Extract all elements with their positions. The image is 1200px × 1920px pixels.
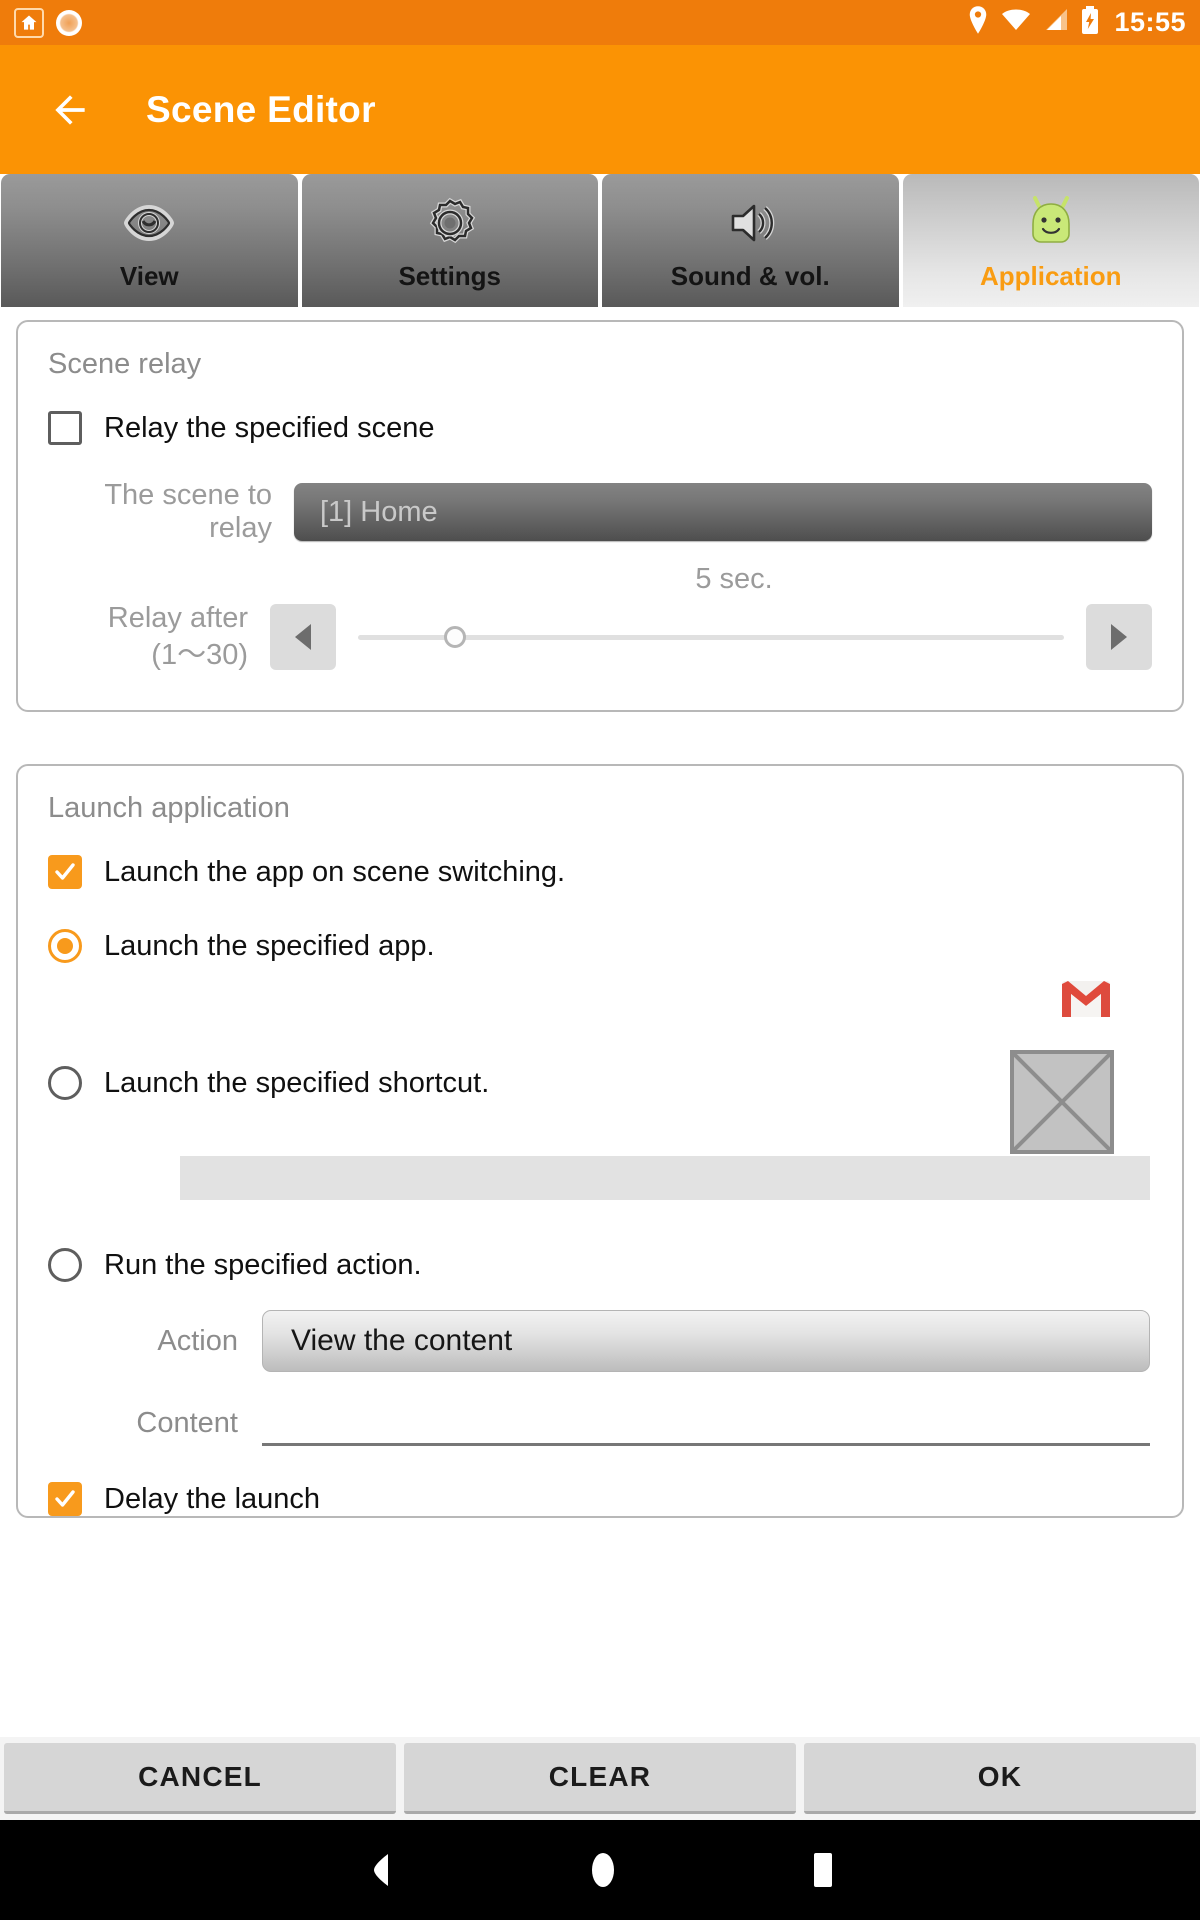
status-bar-left-icons xyxy=(14,7,82,38)
relay-specified-scene-label: Relay the specified scene xyxy=(104,411,435,444)
launch-specified-app-row[interactable]: Launch the specified app. xyxy=(48,929,1152,964)
shortcut-name-field[interactable] xyxy=(180,1156,1150,1201)
relay-after-row: Relay after (1〜30) xyxy=(48,600,1152,674)
gear-icon xyxy=(423,195,477,251)
content-label: Content xyxy=(136,1406,238,1439)
ok-button[interactable]: OK xyxy=(804,1743,1196,1814)
launch-specified-shortcut-row[interactable]: Launch the specified shortcut. xyxy=(48,1050,1152,1155)
relay-after-decrement-button[interactable] xyxy=(270,604,336,671)
relay-after-slider[interactable] xyxy=(358,604,1064,670)
battery-charging-icon xyxy=(1081,6,1099,39)
location-pin-icon xyxy=(967,6,989,39)
record-circle-icon xyxy=(56,9,82,36)
eye-icon xyxy=(121,195,177,251)
launch-on-scene-switching-label: Launch the app on scene switching. xyxy=(104,855,566,888)
tab-application-label: Application xyxy=(979,261,1122,291)
tab-view-label: View xyxy=(119,261,179,291)
right-triangle-icon xyxy=(1111,624,1127,651)
nav-back-icon[interactable] xyxy=(362,1850,398,1890)
action-dropdown[interactable]: View the content xyxy=(262,1310,1150,1373)
action-label: Action xyxy=(157,1324,238,1357)
run-specified-action-label: Run the specified action. xyxy=(104,1248,422,1281)
selected-app-icon-row xyxy=(48,977,1152,1026)
launch-specified-app-label: Launch the specified app. xyxy=(104,929,435,962)
launch-application-title: Launch application xyxy=(48,792,290,825)
relay-specified-scene-checkbox[interactable] xyxy=(48,411,82,445)
relay-specified-scene-row[interactable]: Relay the specified scene xyxy=(48,411,1152,445)
card-gap xyxy=(16,712,1184,764)
status-bar-right-icons: 15:55 xyxy=(967,6,1186,39)
tab-sound-and-vol[interactable]: Sound & vol. xyxy=(602,174,899,307)
home-app-icon xyxy=(14,7,44,38)
cellular-signal-icon xyxy=(1043,8,1069,37)
shortcut-name-field-row xyxy=(48,1156,1152,1201)
scene-relay-title: Scene relay xyxy=(48,348,202,380)
delay-launch-row[interactable]: Delay the launch xyxy=(48,1482,1152,1517)
clear-button[interactable]: CLEAR xyxy=(404,1743,796,1814)
nav-recents-icon[interactable] xyxy=(808,1851,838,1889)
tab-settings-label: Settings xyxy=(398,261,502,291)
relay-after-value-row: 5 sec. xyxy=(48,563,1152,596)
dialog-button-bar: CANCEL CLEAR OK xyxy=(0,1737,1200,1820)
page-title: Scene Editor xyxy=(146,88,376,130)
launch-on-scene-switching-checkbox[interactable] xyxy=(48,855,82,890)
launch-on-scene-switching-row[interactable]: Launch the app on scene switching. xyxy=(48,855,1152,890)
app-bar: Scene Editor xyxy=(0,45,1200,174)
action-row: Action View the content xyxy=(48,1310,1152,1373)
delay-launch-label: Delay the launch xyxy=(104,1482,321,1515)
android-navigation-bar xyxy=(0,1820,1200,1920)
back-arrow-icon[interactable] xyxy=(48,88,92,132)
gmail-icon[interactable] xyxy=(1058,977,1114,1026)
delay-launch-checkbox[interactable] xyxy=(48,1482,82,1517)
tab-sound-label: Sound & vol. xyxy=(670,261,830,291)
launch-application-card: Launch application Launch the app on sce… xyxy=(16,764,1184,1519)
speaker-volume-icon xyxy=(723,195,777,251)
run-specified-action-radio[interactable] xyxy=(48,1248,82,1283)
content-row: Content xyxy=(48,1400,1152,1447)
android-robot-icon xyxy=(1026,195,1076,251)
tab-application[interactable]: Application xyxy=(902,174,1199,307)
screen-root: 15:55 Scene Editor View Settings Sound &… xyxy=(0,0,1200,1920)
status-bar-clock: 15:55 xyxy=(1114,7,1186,37)
settings-scroll-area[interactable]: Scene relay Relay the specified scene Th… xyxy=(0,307,1200,1737)
nav-home-icon[interactable] xyxy=(588,1849,618,1891)
scene-to-relay-row: The scene to relay [1] Home xyxy=(48,479,1152,545)
launch-specified-shortcut-label: Launch the specified shortcut. xyxy=(104,1066,490,1099)
broken-image-placeholder-icon[interactable] xyxy=(1010,1050,1114,1155)
cancel-button[interactable]: CANCEL xyxy=(4,1743,396,1814)
launch-specified-shortcut-radio[interactable] xyxy=(48,1066,82,1101)
relay-after-value: 5 sec. xyxy=(695,563,773,595)
scene-to-relay-label: The scene to relay xyxy=(104,479,272,544)
tab-view[interactable]: View xyxy=(1,174,298,307)
slider-thumb[interactable] xyxy=(444,626,467,649)
scene-to-relay-dropdown[interactable]: [1] Home xyxy=(294,483,1152,541)
tab-settings[interactable]: Settings xyxy=(301,174,598,307)
wifi-icon xyxy=(1001,8,1031,37)
status-bar: 15:55 xyxy=(0,0,1200,45)
relay-after-label: Relay after (1〜30) xyxy=(107,602,248,672)
left-triangle-icon xyxy=(295,624,311,651)
relay-after-increment-button[interactable] xyxy=(1086,604,1152,671)
tab-bar: View Settings Sound & vol. Application xyxy=(0,174,1200,307)
run-specified-action-row[interactable]: Run the specified action. xyxy=(48,1248,1152,1283)
content-input[interactable] xyxy=(262,1400,1150,1447)
scene-relay-card: Scene relay Relay the specified scene Th… xyxy=(16,320,1184,713)
launch-specified-app-radio[interactable] xyxy=(48,929,82,964)
